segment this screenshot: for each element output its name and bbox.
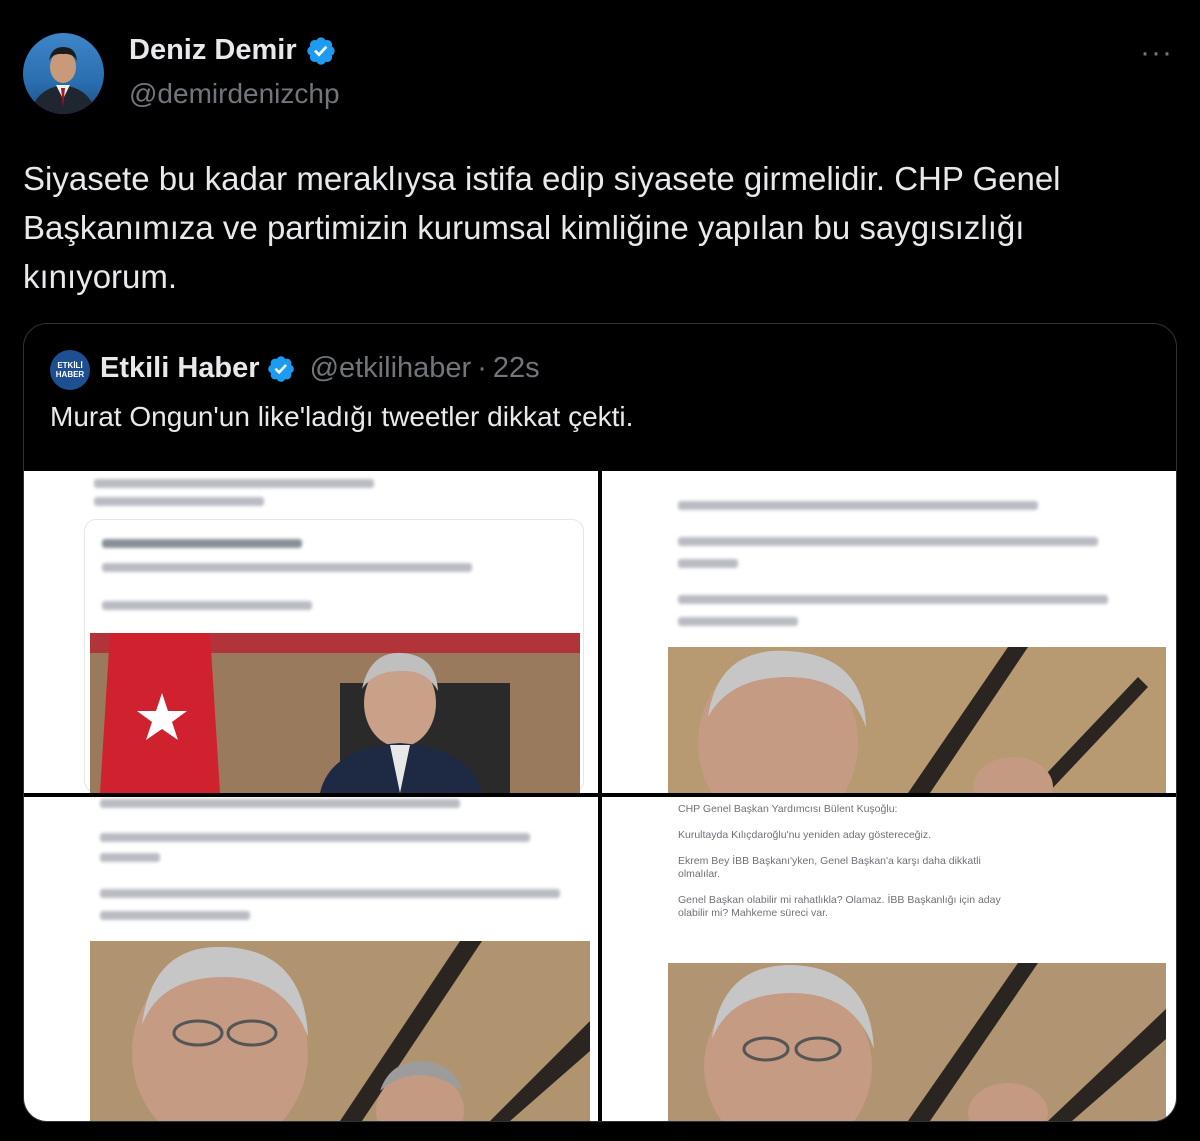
quote-timestamp[interactable]: 22s <box>493 352 540 385</box>
author-name[interactable]: Deniz Demir <box>129 34 297 67</box>
quote-separator: · <box>477 352 487 384</box>
verified-badge-icon <box>305 35 337 67</box>
media-image-1[interactable] <box>24 471 598 793</box>
quote-header: Etkili Haber @etkilihaber · 22s <box>100 352 540 385</box>
author-avatar[interactable] <box>23 33 104 114</box>
quote-author-handle[interactable]: @etkilihaber <box>310 352 472 385</box>
author-name-row: Deniz Demir <box>129 34 337 67</box>
quoted-tweet[interactable]: ETKİLİ HABER Etkili Haber @etkilihaber ·… <box>23 323 1177 1122</box>
more-options-icon[interactable]: ··· <box>1140 36 1173 70</box>
media-image-4[interactable]: CHP Genel Başkan Yardımcısı Bülent Kuşoğ… <box>602 797 1176 1121</box>
quote-author-name[interactable]: Etkili Haber <box>100 352 260 385</box>
quote-verified-badge-icon <box>266 354 296 384</box>
image-4-caption-text: CHP Genel Başkan Yardımcısı Bülent Kuşoğ… <box>678 803 1001 919</box>
tweet-text: Siyasete bu kadar meraklıysa istifa edip… <box>23 160 1061 295</box>
author-handle[interactable]: @demirdenizchp <box>129 78 340 110</box>
quote-author-avatar[interactable]: ETKİLİ HABER <box>50 350 90 390</box>
media-grid: CHP Genel Başkan Yardımcısı Bülent Kuşoğ… <box>24 471 1176 1121</box>
quote-text: Murat Ongun'un like'ladığı tweetler dikk… <box>50 401 634 432</box>
media-image-2[interactable] <box>602 471 1176 793</box>
media-image-3[interactable] <box>24 797 598 1121</box>
